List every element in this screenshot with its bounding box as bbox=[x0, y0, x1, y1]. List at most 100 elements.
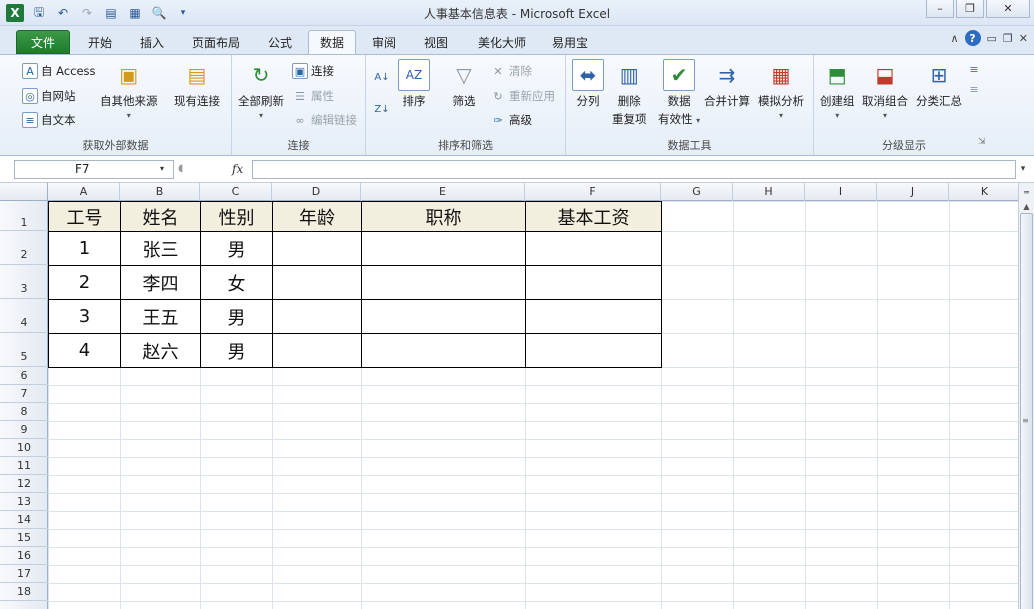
clear-filter-button[interactable]: ✕ 清除 bbox=[490, 63, 532, 79]
tab-data[interactable]: 数据 bbox=[308, 30, 356, 54]
table-header-cell[interactable]: 基本工资 bbox=[526, 202, 661, 231]
row-header-6[interactable]: 6 bbox=[0, 367, 48, 385]
row-header-12[interactable]: 12 bbox=[0, 475, 48, 493]
tab-beautify-master[interactable]: 美化大师 bbox=[466, 30, 538, 54]
table-cell[interactable] bbox=[362, 334, 525, 367]
row-header-1[interactable]: 1 bbox=[0, 201, 48, 231]
from-access-button[interactable]: A 自 Access bbox=[22, 63, 96, 79]
table-header-cell[interactable]: 职称 bbox=[362, 202, 525, 231]
table-cell[interactable]: 4 bbox=[49, 334, 120, 367]
table-cell[interactable] bbox=[526, 266, 661, 299]
tab-insert[interactable]: 插入 bbox=[130, 30, 174, 54]
tab-review[interactable]: 审阅 bbox=[362, 30, 406, 54]
what-if-analysis-button[interactable]: ▦ 模拟分析 ▾ bbox=[758, 59, 804, 120]
select-all-corner[interactable] bbox=[0, 183, 48, 201]
table-cell[interactable]: 1 bbox=[49, 232, 120, 265]
table-header-cell[interactable]: 姓名 bbox=[121, 202, 200, 231]
row-header-10[interactable]: 10 bbox=[0, 439, 48, 457]
tab-easy-use[interactable]: 易用宝 bbox=[542, 30, 598, 54]
table-cell[interactable]: 女 bbox=[201, 266, 272, 299]
connections-button[interactable]: ▣ 连接 bbox=[292, 63, 334, 79]
from-other-sources-button[interactable]: ▣ 自其他来源 ▾ bbox=[100, 59, 158, 120]
tab-home[interactable]: 开始 bbox=[78, 30, 122, 54]
row-header-18[interactable]: 18 bbox=[0, 583, 48, 601]
column-header-b[interactable]: B bbox=[120, 183, 200, 201]
table-cell[interactable]: 男 bbox=[201, 300, 272, 333]
refresh-all-button[interactable]: ↻ 全部刷新 ▾ bbox=[238, 59, 284, 120]
hide-detail-button[interactable]: ≡ bbox=[966, 81, 982, 97]
table-cell[interactable] bbox=[526, 334, 661, 367]
minimize-button[interactable]: – bbox=[926, 0, 954, 18]
column-header-i[interactable]: I bbox=[805, 183, 877, 201]
column-header-g[interactable]: G bbox=[661, 183, 733, 201]
scroll-split-icon[interactable]: ═ bbox=[1020, 185, 1033, 199]
table-cell[interactable] bbox=[526, 232, 661, 265]
table-cell[interactable] bbox=[362, 232, 525, 265]
sort-desc-button[interactable]: Z↓ bbox=[374, 101, 390, 117]
from-web-button[interactable]: ◎ 自网站 bbox=[22, 88, 76, 104]
data-validation-button[interactable]: ✔ 数据 有效性 ▾ bbox=[658, 59, 700, 127]
row-header-17[interactable]: 17 bbox=[0, 565, 48, 583]
row-header-11[interactable]: 11 bbox=[0, 457, 48, 475]
row-header-14[interactable]: 14 bbox=[0, 511, 48, 529]
table-cell[interactable]: 张三 bbox=[121, 232, 200, 265]
doc-close-icon[interactable]: ✕ bbox=[1019, 32, 1028, 45]
table-cell[interactable] bbox=[273, 266, 361, 299]
row-header-16[interactable]: 16 bbox=[0, 547, 48, 565]
table-cell[interactable] bbox=[273, 334, 361, 367]
scroll-thumb[interactable] bbox=[1020, 213, 1033, 609]
tab-formulas[interactable]: 公式 bbox=[258, 30, 302, 54]
help-icon[interactable]: ? bbox=[964, 30, 981, 46]
existing-connections-button[interactable]: ▤ 现有连接 bbox=[174, 59, 220, 109]
subtotal-button[interactable]: ⊞ 分类汇总 bbox=[916, 59, 962, 109]
show-detail-button[interactable]: ≡ bbox=[966, 61, 982, 77]
doc-minimize-icon[interactable]: ▭ bbox=[987, 32, 997, 45]
table-cell[interactable] bbox=[273, 300, 361, 333]
table-cell[interactable]: 李四 bbox=[121, 266, 200, 299]
table-cell[interactable] bbox=[273, 232, 361, 265]
table-header-cell[interactable]: 年龄 bbox=[273, 202, 361, 231]
restore-button[interactable]: ❐ bbox=[956, 0, 984, 18]
row-header-3[interactable]: 3 bbox=[0, 265, 48, 299]
row-header-4[interactable]: 4 bbox=[0, 299, 48, 333]
table-cell[interactable]: 赵六 bbox=[121, 334, 200, 367]
tab-page-layout[interactable]: 页面布局 bbox=[182, 30, 250, 54]
column-header-c[interactable]: C bbox=[200, 183, 272, 201]
edit-links-button[interactable]: ∞ 编辑链接 bbox=[292, 112, 357, 128]
table-cell[interactable] bbox=[526, 300, 661, 333]
table-cell[interactable] bbox=[362, 266, 525, 299]
table-cell[interactable]: 王五 bbox=[121, 300, 200, 333]
table-cell[interactable]: 男 bbox=[201, 232, 272, 265]
scroll-up-icon[interactable]: ▲ bbox=[1020, 199, 1033, 213]
doc-restore-icon[interactable]: ❐ bbox=[1003, 32, 1013, 45]
row-header-5[interactable]: 5 bbox=[0, 333, 48, 367]
column-header-j[interactable]: J bbox=[877, 183, 949, 201]
table-cell[interactable]: 男 bbox=[201, 334, 272, 367]
row-header-2[interactable]: 2 bbox=[0, 231, 48, 265]
column-header-a[interactable]: A bbox=[48, 183, 120, 201]
from-text-button[interactable]: ≡ 自文本 bbox=[22, 112, 76, 128]
table-cell[interactable]: 3 bbox=[49, 300, 120, 333]
column-header-d[interactable]: D bbox=[272, 183, 361, 201]
row-header-7[interactable]: 7 bbox=[0, 385, 48, 403]
text-to-columns-button[interactable]: ⬌ 分列 bbox=[572, 59, 604, 109]
column-header-e[interactable]: E bbox=[361, 183, 525, 201]
filter-button[interactable]: ▽ 筛选 bbox=[448, 59, 480, 109]
remove-duplicates-button[interactable]: ▥ 删除 重复项 bbox=[612, 59, 647, 127]
name-box-dropdown-icon[interactable]: ▾ bbox=[160, 164, 164, 173]
table-header-cell[interactable]: 性别 bbox=[201, 202, 272, 231]
column-header-f[interactable]: F bbox=[525, 183, 661, 201]
collapse-ribbon-icon[interactable]: ∧ bbox=[950, 32, 958, 45]
column-header-h[interactable]: H bbox=[733, 183, 805, 201]
expand-formula-bar-icon[interactable]: ▾ bbox=[1016, 162, 1030, 176]
name-box[interactable]: F7 bbox=[14, 160, 174, 179]
properties-button[interactable]: ☰ 属性 bbox=[292, 88, 334, 104]
consolidate-button[interactable]: ⇉ 合并计算 bbox=[704, 59, 750, 109]
row-header-13[interactable]: 13 bbox=[0, 493, 48, 511]
table-cell[interactable] bbox=[362, 300, 525, 333]
vertical-scrollbar[interactable]: ═ ▲ ≡ bbox=[1018, 183, 1034, 609]
dialog-launcher-icon[interactable]: ⇲ bbox=[978, 137, 986, 147]
row-header-9[interactable]: 9 bbox=[0, 421, 48, 439]
tab-file[interactable]: 文件 bbox=[16, 30, 70, 54]
sort-asc-button[interactable]: A↓ bbox=[374, 69, 390, 85]
